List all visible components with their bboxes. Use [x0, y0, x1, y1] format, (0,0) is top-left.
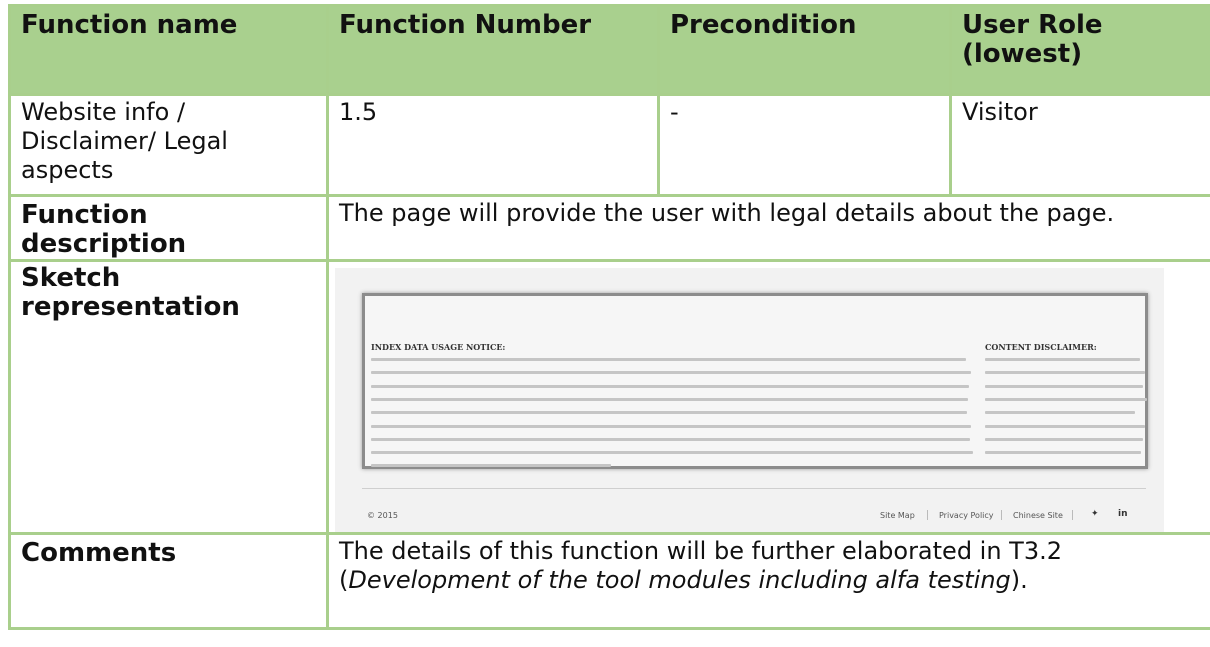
sketch-copyright: © 2015: [367, 511, 398, 520]
sketch-text-line: [985, 411, 1135, 415]
sketch-notice-box: [362, 293, 1148, 469]
sketch-text-line: [985, 358, 1140, 361]
linkedin-icon: in: [1118, 509, 1128, 519]
header-user-role: User Role (lowest): [949, 4, 1210, 96]
sketch-notice-title: INDEX DATA USAGE NOTICE:: [371, 342, 506, 352]
table-row: Website info / Disclaimer/ Legal aspects…: [8, 93, 1210, 197]
sketch-disclaimer-title: CONTENT DISCLAIMER:: [985, 342, 1097, 352]
sketch-row: Sketch representation INDEX DATA USAGE N…: [8, 259, 1210, 535]
comments-text-emphasis: Development of the tool modules includin…: [348, 566, 1011, 594]
sketch-cell: INDEX DATA USAGE NOTICE: CONTENT DISCLAI…: [326, 259, 1210, 535]
sketch-text-line: [371, 384, 969, 388]
header-function-number: Function Number: [326, 4, 660, 96]
description-row: Function description The page will provi…: [8, 194, 1210, 262]
sketch-text-line: [371, 358, 966, 361]
description-label: Function description: [8, 194, 329, 262]
sketch-footer-divider: [362, 488, 1146, 489]
sketch-text-line: [371, 411, 967, 415]
description-text: The page will provide the user with lega…: [326, 194, 1210, 262]
comments-text: The details of this function will be fur…: [326, 532, 1210, 630]
comments-text-post: ).: [1010, 566, 1028, 594]
sketch-link-privacy: Privacy Policy: [939, 511, 994, 520]
sketch-text-line: [371, 371, 971, 375]
sketch-divider: [927, 510, 928, 520]
function-number-cell: 1.5: [326, 93, 660, 197]
sketch-text-line: [371, 424, 971, 428]
sketch-link-site-map: Site Map: [880, 511, 915, 520]
comments-label: Comments: [8, 532, 329, 630]
sketch-text-line: [985, 397, 1147, 401]
precondition-cell: -: [657, 93, 952, 197]
sketch-link-chinese-site: Chinese Site: [1013, 511, 1063, 520]
sketch-image: INDEX DATA USAGE NOTICE: CONTENT DISCLAI…: [335, 268, 1164, 532]
sketch-label: Sketch representation: [8, 259, 329, 535]
header-row: Function name Function Number Preconditi…: [8, 4, 1210, 96]
sketch-text-line: [371, 437, 970, 441]
sketch-text-line: [985, 424, 1145, 428]
sketch-text-line: [985, 437, 1143, 441]
sketch-text-line: [985, 384, 1143, 388]
sketch-text-line: [371, 397, 968, 401]
comments-row: Comments The details of this function wi…: [8, 532, 1210, 630]
sketch-divider: [1001, 510, 1002, 520]
sketch-text-line: [371, 451, 973, 455]
header-precondition: Precondition: [657, 4, 952, 96]
function-name-cell: Website info / Disclaimer/ Legal aspects: [8, 93, 329, 197]
function-spec-table: Function name Function Number Preconditi…: [8, 4, 1210, 630]
user-role-cell: Visitor: [949, 93, 1210, 197]
sketch-text-line: [371, 464, 611, 468]
sketch-text-line: [985, 371, 1145, 375]
sketch-divider: [1072, 510, 1073, 520]
header-function-name: Function name: [8, 4, 329, 96]
sketch-text-line: [985, 451, 1141, 455]
twitter-icon: ✦: [1091, 509, 1099, 519]
